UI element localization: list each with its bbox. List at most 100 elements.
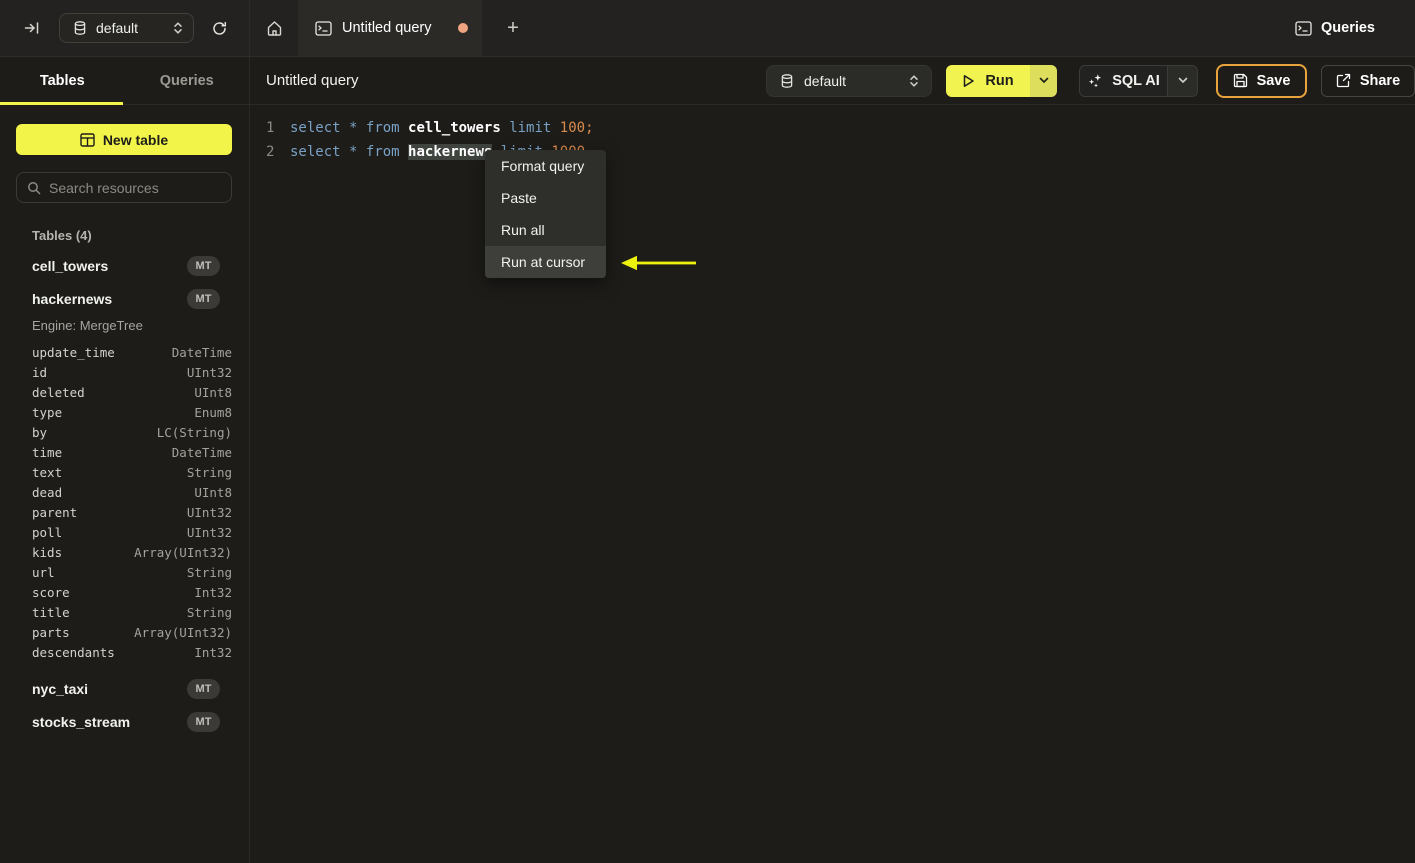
- share-button[interactable]: Share: [1321, 64, 1415, 97]
- play-icon: [962, 74, 975, 88]
- code-token: select: [290, 144, 341, 160]
- sparkles-icon: [1087, 73, 1103, 89]
- engine-badge: MT: [187, 255, 220, 276]
- table-list: cell_towers MT hackernews MT Engine: MergeTr…: [0, 249, 249, 738]
- sidebar-tab-tables-label: Tables: [39, 72, 85, 89]
- column-row-parts: parts Array(UInt32): [0, 622, 249, 642]
- sidebar-tab-tables[interactable]: Tables: [0, 57, 125, 105]
- terminal-icon: [315, 20, 332, 36]
- sidebar: Tables Queries New table Tables (4) cell…: [0, 57, 250, 863]
- column-row-descendants: descendants Int32: [0, 642, 249, 662]
- query-database-value: default: [804, 72, 847, 89]
- table-row-cell_towers[interactable]: cell_towers MT: [0, 249, 249, 282]
- table-name: cell_towers: [32, 257, 109, 274]
- run-button[interactable]: Run: [946, 64, 1030, 97]
- run-button-label: Run: [985, 72, 1014, 89]
- line-number: 1: [266, 120, 275, 136]
- chevron-up-down-icon: [173, 21, 183, 35]
- column-name: type: [32, 404, 63, 420]
- home-button[interactable]: [258, 12, 290, 44]
- column-name: descendants: [32, 644, 115, 660]
- code-line-2[interactable]: 2select * from hackernews limit 1000: [250, 140, 1415, 164]
- column-type: Array(UInt32): [134, 544, 232, 560]
- column-row-time: time DateTime: [0, 442, 249, 462]
- sidebar-tab-queries[interactable]: Queries: [125, 57, 250, 104]
- column-row-text: text String: [0, 462, 249, 482]
- collapse-sidebar-icon[interactable]: [24, 20, 40, 36]
- column-row-poll: poll UInt32: [0, 522, 249, 542]
- menu-item-run-at-cursor[interactable]: Run at cursor: [485, 246, 606, 278]
- column-row-id: id UInt32: [0, 362, 249, 382]
- code-token: limit: [509, 120, 552, 136]
- table-row-hackernews[interactable]: hackernews MT: [0, 282, 249, 315]
- column-name: score: [32, 584, 70, 600]
- column-type: String: [186, 464, 232, 480]
- sql-ai-button[interactable]: SQL AI: [1080, 66, 1167, 96]
- sql-editor[interactable]: 1 select * from cell_towers limit 100; 2 se…: [250, 105, 1415, 863]
- search-input[interactable]: [49, 179, 221, 196]
- queries-button[interactable]: Queries: [1295, 20, 1375, 36]
- column-row-update_time: update_time DateTime: [0, 342, 249, 362]
- plus-icon: +: [507, 16, 519, 39]
- table-row-nyc_taxi[interactable]: nyc_taxi MT: [0, 672, 249, 705]
- column-type: UInt8: [194, 384, 232, 400]
- query-title: Untitled query: [266, 72, 359, 89]
- save-button[interactable]: Save: [1216, 63, 1307, 98]
- table-row-stocks_stream[interactable]: stocks_stream MT: [0, 705, 249, 738]
- column-row-title: title String: [0, 602, 249, 622]
- home-icon: [266, 20, 283, 37]
- column-name: dead: [32, 484, 63, 500]
- sql-ai-split-button: SQL AI: [1079, 64, 1198, 97]
- column-type: UInt8: [194, 484, 232, 500]
- sidebar-tab-queries-label: Queries: [159, 72, 214, 89]
- query-database-selector[interactable]: default: [766, 64, 932, 97]
- tab-untitled-query[interactable]: Untitled query: [298, 0, 482, 56]
- new-table-button[interactable]: New table: [16, 124, 232, 155]
- code-content: select * from cell_towers limit 100;: [290, 116, 594, 140]
- column-type: Array(UInt32): [134, 624, 232, 640]
- engine-badge: MT: [187, 288, 220, 309]
- column-name: time: [32, 444, 63, 460]
- column-type: UInt32: [186, 524, 232, 540]
- menu-item-paste[interactable]: Paste: [485, 182, 606, 214]
- refresh-icon[interactable]: [211, 20, 228, 37]
- search-icon: [27, 181, 41, 195]
- queries-button-label: Queries: [1321, 20, 1375, 36]
- menu-item-format-query[interactable]: Format query: [485, 150, 606, 182]
- context-menu: Format query Paste Run all Run at cursor: [485, 150, 606, 278]
- chevron-down-icon: [1039, 77, 1049, 84]
- column-name: deleted: [32, 384, 85, 400]
- top-bar-left: default: [0, 0, 250, 56]
- code-line-1[interactable]: 1 select * from cell_towers limit 100;: [250, 116, 1415, 140]
- code-token: hackernews: [408, 144, 493, 160]
- column-type: Enum8: [194, 404, 232, 420]
- line-number: 2: [266, 144, 275, 160]
- column-type: String: [186, 564, 232, 580]
- column-name: parent: [32, 504, 78, 520]
- run-options-button[interactable]: [1030, 64, 1057, 97]
- column-row-dead: dead UInt8: [0, 482, 249, 502]
- column-row-url: url String: [0, 562, 249, 582]
- menu-item-run-all[interactable]: Run all: [485, 214, 606, 246]
- new-table-button-label: New table: [102, 131, 169, 148]
- table-name: nyc_taxi: [32, 680, 89, 697]
- column-name: poll: [32, 524, 63, 540]
- chevron-down-icon: [1178, 77, 1188, 84]
- save-icon: [1233, 73, 1248, 88]
- engine-label: Engine: MergeTree: [32, 318, 143, 333]
- column-row-score: score Int32: [0, 582, 249, 602]
- sidebar-tabs: Tables Queries: [0, 57, 249, 105]
- column-type: LC(String): [156, 424, 232, 440]
- database-icon: [780, 73, 794, 88]
- engine-badge: MT: [187, 678, 220, 699]
- new-tab-button[interactable]: +: [498, 13, 528, 43]
- tab-label: Untitled query: [342, 20, 432, 36]
- database-selector[interactable]: default: [59, 13, 194, 43]
- sql-ai-options-button[interactable]: [1167, 65, 1197, 96]
